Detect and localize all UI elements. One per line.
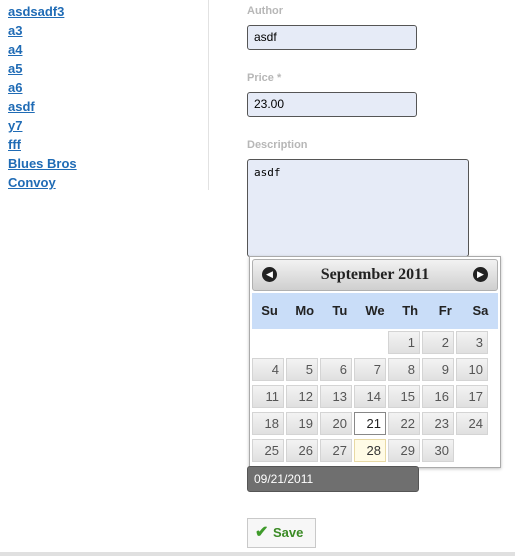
checkmark-icon: ✔ xyxy=(255,524,269,541)
calendar-day[interactable]: 5 xyxy=(286,358,318,381)
weekday-label: Mo xyxy=(295,303,315,318)
calendar-day[interactable]: 2 xyxy=(422,331,454,354)
calendar-day[interactable]: 20 xyxy=(320,412,352,435)
datepicker-header: September 2011 ◀ ▶ xyxy=(252,259,498,291)
calendar-day[interactable]: 30 xyxy=(422,439,454,462)
calendar-day[interactable]: 21 xyxy=(354,412,386,435)
calendar-day[interactable]: 23 xyxy=(422,412,454,435)
item-link[interactable]: asdsadf3 xyxy=(8,2,77,21)
calendar-day[interactable]: 19 xyxy=(286,412,318,435)
item-link[interactable]: a4 xyxy=(8,40,77,59)
item-link[interactable]: asdf xyxy=(8,97,77,116)
calendar-day[interactable]: 12 xyxy=(286,385,318,408)
calendar-day[interactable]: 11 xyxy=(252,385,284,408)
calendar-week-row: 11 12 13 14 15 16 17 xyxy=(252,385,490,412)
weekday-label: Fr xyxy=(438,303,452,318)
save-button-label: Save xyxy=(273,525,304,540)
column-divider xyxy=(208,0,209,190)
datepicker: September 2011 ◀ ▶ Su Mo Tu We Th Fr Sa … xyxy=(249,256,501,468)
calendar-week-row: 123 xyxy=(252,331,490,358)
calendar-day[interactable]: 17 xyxy=(456,385,488,408)
author-label: Author xyxy=(247,5,284,17)
calendar-day[interactable]: 28 xyxy=(354,439,386,462)
calendar-empty-cell xyxy=(252,331,284,354)
calendar-day[interactable]: 8 xyxy=(388,358,420,381)
weekday-label: Sa xyxy=(472,303,489,318)
calendar-day[interactable]: 15 xyxy=(388,385,420,408)
calendar-week-row: 4 5 6 7 8 9 10 xyxy=(252,358,490,385)
calendar-day[interactable]: 13 xyxy=(320,385,352,408)
calendar-day[interactable]: 10 xyxy=(456,358,488,381)
item-link[interactable]: a5 xyxy=(8,59,77,78)
calendar-day[interactable]: 1 xyxy=(388,331,420,354)
calendar-day[interactable]: 24 xyxy=(456,412,488,435)
author-field[interactable]: asdf xyxy=(247,25,417,50)
calendar-day[interactable]: 6 xyxy=(320,358,352,381)
calendar-empty-cell xyxy=(456,439,488,462)
item-link[interactable]: a6 xyxy=(8,78,77,97)
calendar-empty-cell xyxy=(320,331,352,354)
calendar-day[interactable]: 18 xyxy=(252,412,284,435)
description-textarea[interactable]: asdf xyxy=(247,159,469,257)
calendar-day[interactable]: 9 xyxy=(422,358,454,381)
item-link[interactable]: Convoy xyxy=(8,173,77,192)
price-field[interactable]: 23.00 xyxy=(247,92,417,117)
calendar-day[interactable]: 3 xyxy=(456,331,488,354)
weekday-label: Tu xyxy=(332,303,348,318)
calendar-day[interactable]: 4 xyxy=(252,358,284,381)
calendar-week-row: 25 26 27 28 29 30 xyxy=(252,439,490,466)
date-field[interactable]: 09/21/2011 xyxy=(247,466,419,492)
calendar-day[interactable]: 26 xyxy=(286,439,318,462)
calendar-day[interactable]: 22 xyxy=(388,412,420,435)
item-link[interactable]: Blues Bros xyxy=(8,154,77,173)
calendar-day[interactable]: 14 xyxy=(354,385,386,408)
description-label: Description xyxy=(247,139,308,151)
calendar-empty-cell xyxy=(286,331,318,354)
item-link[interactable]: fff xyxy=(8,135,77,154)
price-label: Price * xyxy=(247,72,282,84)
calendar-day[interactable]: 7 xyxy=(354,358,386,381)
weekday-label: Su xyxy=(261,303,278,318)
calendar-empty-cell xyxy=(354,331,386,354)
item-link-list: asdsadf3 a3 a4 a5 a6 asdf y7 fff Blues B… xyxy=(8,2,77,192)
item-link[interactable]: y7 xyxy=(8,116,77,135)
calendar-day[interactable]: 29 xyxy=(388,439,420,462)
bottom-border xyxy=(0,552,515,556)
calendar-day[interactable]: 16 xyxy=(422,385,454,408)
circle-arrow-right-icon[interactable]: ▶ xyxy=(473,267,488,282)
datepicker-title: September 2011 xyxy=(320,266,430,283)
weekday-label: Th xyxy=(402,303,419,318)
circle-arrow-left-icon[interactable]: ◀ xyxy=(262,267,277,282)
calendar-day[interactable]: 27 xyxy=(320,439,352,462)
weekday-label: We xyxy=(365,303,385,318)
calendar-day[interactable]: 25 xyxy=(252,439,284,462)
calendar-grid: 1 2 3 4 5 6 7 8 9 10 11 12 13 14 15 16 17 18 19 20 21 22 23 24 2… xyxy=(252,331,490,466)
item-link[interactable]: a3 xyxy=(8,21,77,40)
calendar-week-row: 18 19 20 21 22 23 24 xyxy=(252,412,490,439)
save-button[interactable]: ✔ Save xyxy=(247,518,316,548)
weekday-header: Su Mo Tu We Th Fr Sa xyxy=(252,293,498,329)
